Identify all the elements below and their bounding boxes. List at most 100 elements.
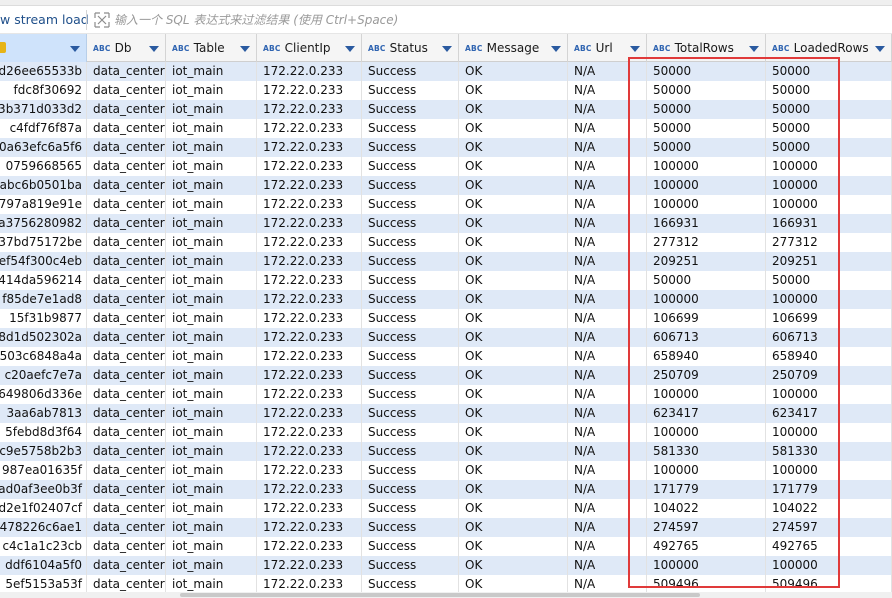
table-cell-status[interactable]: Success	[362, 157, 459, 176]
sort-caret-icon[interactable]	[70, 46, 80, 52]
table-cell-id[interactable]: 987ea01635f	[0, 461, 87, 480]
table-cell-loadedrows[interactable]: 171779	[766, 480, 892, 499]
table-cell-clientip[interactable]: 172.22.0.233	[257, 385, 362, 404]
table-cell-db[interactable]: data_center	[87, 442, 166, 461]
table-cell-id[interactable]: a3756280982	[0, 214, 87, 233]
table-cell-message[interactable]: OK	[459, 518, 568, 537]
table-cell-clientip[interactable]: 172.22.0.233	[257, 309, 362, 328]
table-cell-status[interactable]: Success	[362, 176, 459, 195]
table-cell-clientip[interactable]: 172.22.0.233	[257, 157, 362, 176]
table-row[interactable]: fdc8f30692 data_center iot_main 172.22.0.23…	[0, 81, 892, 100]
table-cell-message[interactable]: OK	[459, 328, 568, 347]
table-row[interactable]: c9e5758b2b3 data_center iot_main 172.22.0.2…	[0, 442, 892, 461]
table-cell-clientip[interactable]: 172.22.0.233	[257, 461, 362, 480]
table-cell-totalrows[interactable]: 623417	[647, 404, 766, 423]
table-cell-totalrows[interactable]: 100000	[647, 385, 766, 404]
table-cell-table[interactable]: iot_main	[166, 461, 257, 480]
table-cell-table[interactable]: iot_main	[166, 176, 257, 195]
table-cell-status[interactable]: Success	[362, 518, 459, 537]
table-cell-status[interactable]: Success	[362, 556, 459, 575]
table-cell-status[interactable]: Success	[362, 404, 459, 423]
table-cell-totalrows[interactable]: 50000	[647, 138, 766, 157]
table-cell-loadedrows[interactable]: 50000	[766, 119, 892, 138]
table-cell-totalrows[interactable]: 581330	[647, 442, 766, 461]
table-cell-status[interactable]: Success	[362, 290, 459, 309]
table-cell-message[interactable]: OK	[459, 556, 568, 575]
table-row[interactable]: 37bd75172be data_center iot_main 172.22.0.2…	[0, 233, 892, 252]
table-cell-clientip[interactable]: 172.22.0.233	[257, 214, 362, 233]
table-cell-url[interactable]: N/A	[568, 100, 647, 119]
table-cell-table[interactable]: iot_main	[166, 537, 257, 556]
table-cell-clientip[interactable]: 172.22.0.233	[257, 119, 362, 138]
table-cell-url[interactable]: N/A	[568, 62, 647, 81]
table-row[interactable]: 73b371d033d2 data_centeriot_main172.22.0.…	[0, 100, 892, 119]
table-cell-table[interactable]: iot_main	[166, 423, 257, 442]
table-cell-table[interactable]: iot_main	[166, 271, 257, 290]
table-cell-totalrows[interactable]: 100000	[647, 195, 766, 214]
table-cell-table[interactable]: iot_main	[166, 328, 257, 347]
table-cell-totalrows[interactable]: 658940	[647, 347, 766, 366]
table-cell-status[interactable]: Success	[362, 309, 459, 328]
table-cell-status[interactable]: Success	[362, 537, 459, 556]
table-cell-loadedrows[interactable]: 50000	[766, 271, 892, 290]
column-header-clientip[interactable]: ABC ClientIp	[257, 34, 362, 62]
table-cell-url[interactable]: N/A	[568, 157, 647, 176]
table-cell-message[interactable]: OK	[459, 404, 568, 423]
table-cell-clientip[interactable]: 172.22.0.233	[257, 480, 362, 499]
table-cell-message[interactable]: OK	[459, 157, 568, 176]
table-cell-clientip[interactable]: 172.22.0.233	[257, 442, 362, 461]
column-header-totalrows[interactable]: ABC TotalRows	[647, 34, 766, 62]
table-cell-table[interactable]: iot_main	[166, 100, 257, 119]
table-cell-clientip[interactable]: 172.22.0.233	[257, 537, 362, 556]
table-cell-message[interactable]: OK	[459, 233, 568, 252]
table-cell-loadedrows[interactable]: 581330	[766, 442, 892, 461]
table-cell-clientip[interactable]: 172.22.0.233	[257, 81, 362, 100]
table-cell-totalrows[interactable]: 100000	[647, 290, 766, 309]
table-row[interactable]: ef54f300c4eb data_center iot_main 172.22.0.…	[0, 252, 892, 271]
table-cell-loadedrows[interactable]: 50000	[766, 62, 892, 81]
table-cell-id[interactable]: 649806d336e	[0, 385, 87, 404]
table-cell-loadedrows[interactable]: 492765	[766, 537, 892, 556]
table-cell-table[interactable]: iot_main	[166, 366, 257, 385]
table-cell-status[interactable]: Success	[362, 328, 459, 347]
column-header-table[interactable]: ABC Table	[166, 34, 257, 62]
table-cell-loadedrows[interactable]: 166931	[766, 214, 892, 233]
table-cell-clientip[interactable]: 172.22.0.233	[257, 138, 362, 157]
table-cell-loadedrows[interactable]: 50000	[766, 100, 892, 119]
table-cell-id[interactable]: 8d1d502302a	[0, 328, 87, 347]
table-cell-url[interactable]: N/A	[568, 461, 647, 480]
sort-caret-icon[interactable]	[442, 46, 452, 52]
table-cell-clientip[interactable]: 172.22.0.233	[257, 404, 362, 423]
table-cell-status[interactable]: Success	[362, 499, 459, 518]
column-header-status[interactable]: ABC Status	[362, 34, 459, 62]
table-cell-totalrows[interactable]: 100000	[647, 556, 766, 575]
table-cell-message[interactable]: OK	[459, 461, 568, 480]
table-cell-id[interactable]: 73b371d033d2	[0, 100, 87, 119]
table-cell-db[interactable]: data_center	[87, 100, 166, 119]
table-cell-totalrows[interactable]: 50000	[647, 100, 766, 119]
table-cell-loadedrows[interactable]: 250709	[766, 366, 892, 385]
table-cell-totalrows[interactable]: 50000	[647, 119, 766, 138]
table-cell-url[interactable]: N/A	[568, 385, 647, 404]
table-cell-id[interactable]: 478226c6ae1	[0, 518, 87, 537]
table-cell-message[interactable]: OK	[459, 347, 568, 366]
table-cell-table[interactable]: iot_main	[166, 195, 257, 214]
table-row[interactable]: 5febd8d3f64 data_center iot_main 172.22.0.2…	[0, 423, 892, 442]
table-cell-db[interactable]: data_center	[87, 252, 166, 271]
table-cell-table[interactable]: iot_main	[166, 214, 257, 233]
table-cell-db[interactable]: data_center	[87, 233, 166, 252]
sort-caret-icon[interactable]	[551, 46, 561, 52]
table-cell-loadedrows[interactable]: 658940	[766, 347, 892, 366]
sort-caret-icon[interactable]	[345, 46, 355, 52]
table-cell-url[interactable]: N/A	[568, 537, 647, 556]
table-cell-totalrows[interactable]: 171779	[647, 480, 766, 499]
table-row[interactable]: d2e1f02407cf data_center iot_main 172.22.0.…	[0, 499, 892, 518]
table-row[interactable]: 478226c6ae1 data_center iot_main 172.22.0.2…	[0, 518, 892, 537]
table-cell-message[interactable]: OK	[459, 214, 568, 233]
table-cell-table[interactable]: iot_main	[166, 233, 257, 252]
sort-caret-icon[interactable]	[240, 46, 250, 52]
table-cell-url[interactable]: N/A	[568, 309, 647, 328]
table-cell-url[interactable]: N/A	[568, 499, 647, 518]
table-cell-message[interactable]: OK	[459, 442, 568, 461]
table-cell-loadedrows[interactable]: 623417	[766, 404, 892, 423]
